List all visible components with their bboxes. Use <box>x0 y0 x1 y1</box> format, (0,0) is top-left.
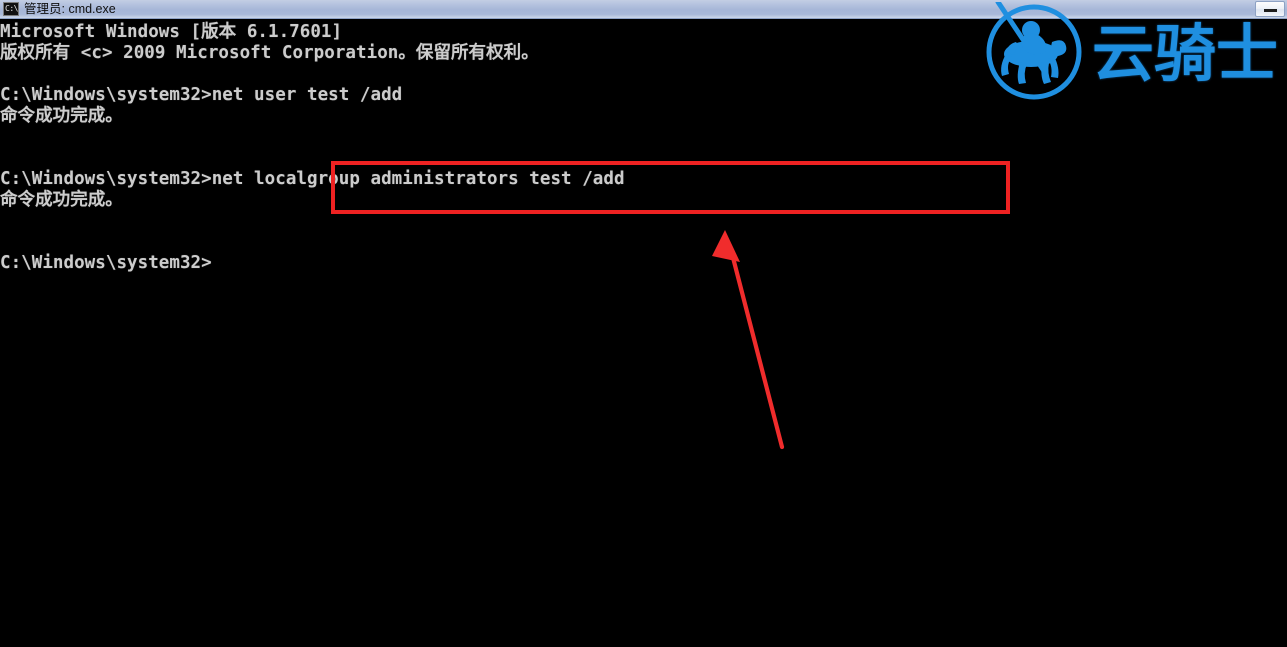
console-line-highlighted: C:\Windows\system32>net localgroup admin… <box>0 169 625 189</box>
cmd-window: C:\ 管理员: cmd.exe Microsoft Windows [版本 6… <box>0 0 1287 647</box>
console-line: 版权所有 <c> 2009 Microsoft Corporation。保留所有… <box>0 43 539 63</box>
console-output-area[interactable]: Microsoft Windows [版本 6.1.7601] 版权所有 <c>… <box>0 20 1287 647</box>
minimize-icon <box>1264 9 1277 12</box>
cmd-icon: C:\ <box>3 2 19 16</box>
console-line: Microsoft Windows [版本 6.1.7601] <box>0 22 343 42</box>
console-line: 命令成功完成。 <box>0 190 123 210</box>
console-line: C:\Windows\system32>net user test /add <box>0 85 403 105</box>
console-prompt-line: C:\Windows\system32> <box>0 253 212 273</box>
brand-text: 云骑士 <box>1092 17 1279 90</box>
console-line: 命令成功完成。 <box>0 106 123 126</box>
window-title: 管理员: cmd.exe <box>24 1 116 16</box>
